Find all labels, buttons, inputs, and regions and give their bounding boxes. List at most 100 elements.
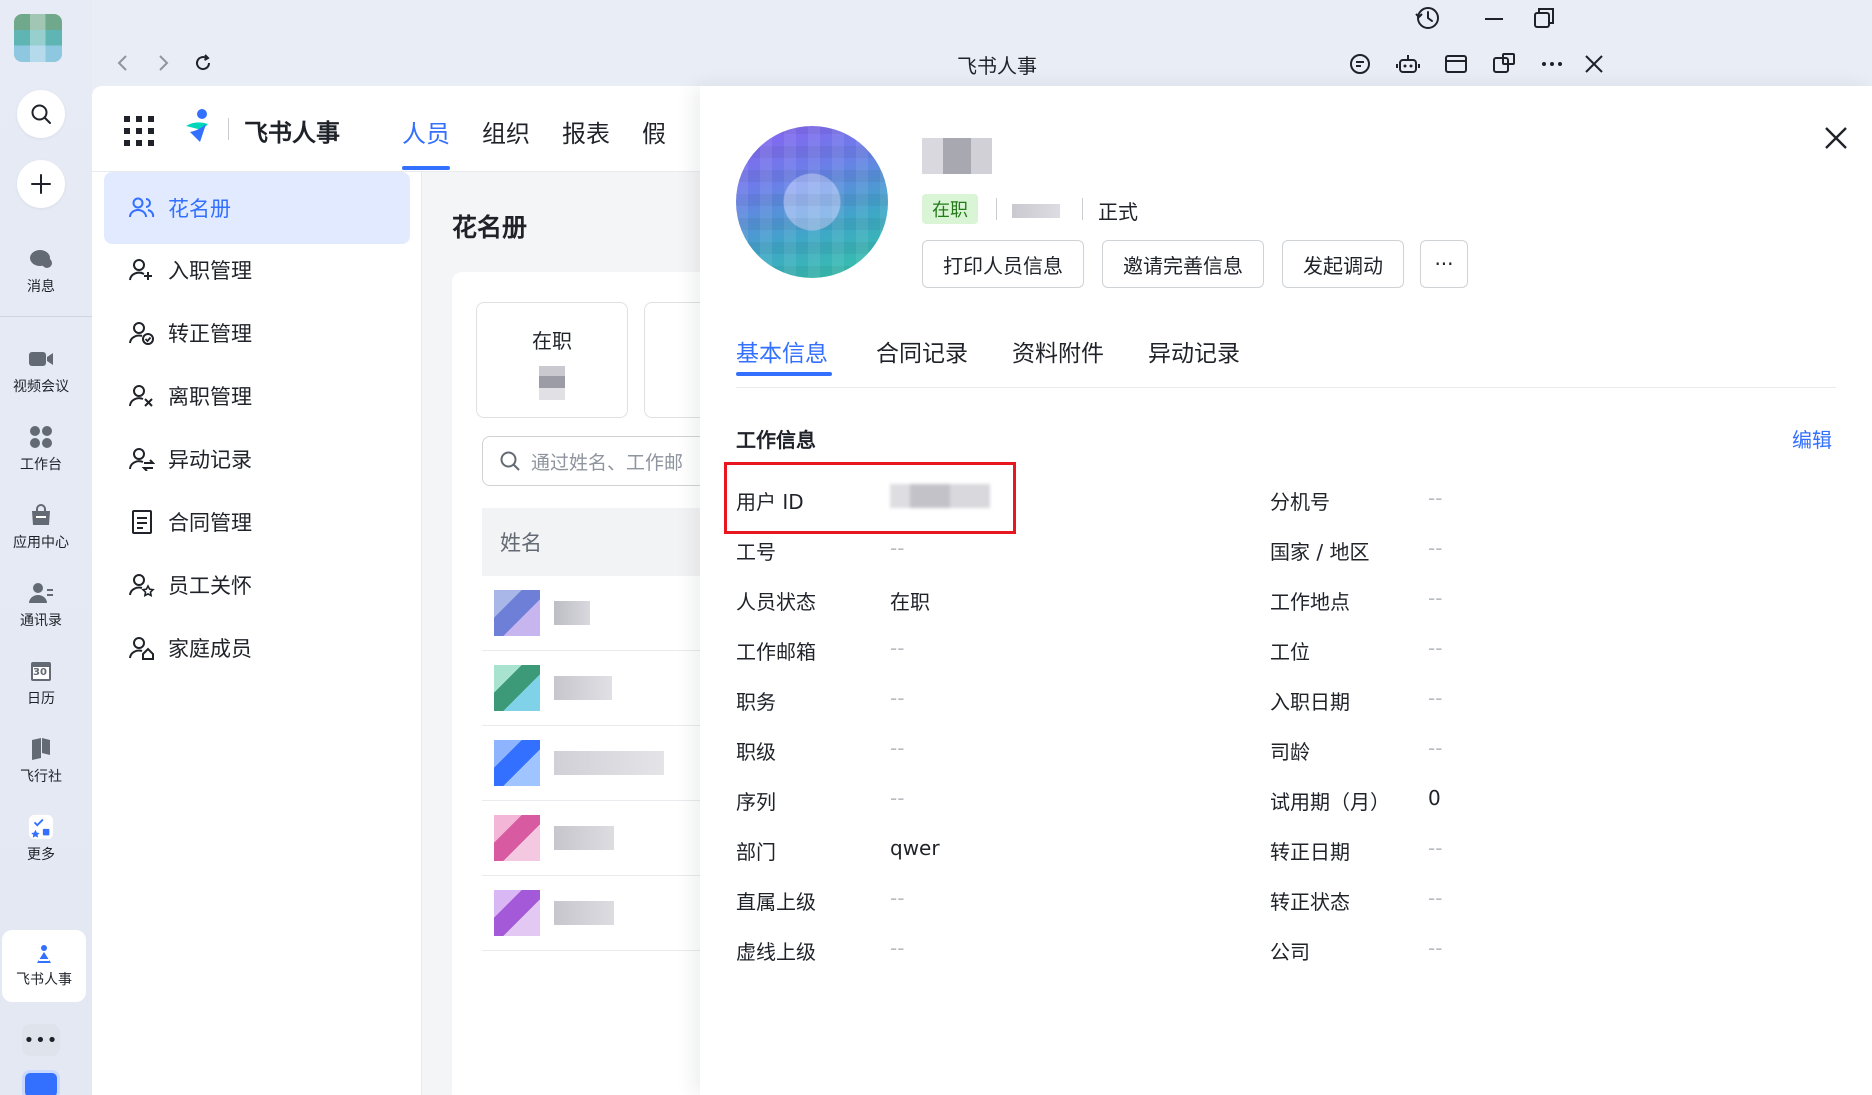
field-label-employee-no: 工号 <box>736 540 776 564</box>
field-label-regularization-status: 转正状态 <box>1270 890 1350 914</box>
rail-item-video-meeting[interactable]: 视频会议 <box>0 346 82 396</box>
rail-item-feishu-hr[interactable]: 飞书人事 <box>2 930 86 1002</box>
sidebar-item-onboarding[interactable]: 入职管理 <box>104 234 410 306</box>
topnav-organization[interactable]: 组织 <box>482 114 530 149</box>
rail-item-feixingshe[interactable]: 飞行社 <box>0 736 82 786</box>
sidebar-item-offboarding[interactable]: 离职管理 <box>104 360 410 432</box>
search-icon <box>31 104 51 124</box>
history-button[interactable] <box>1410 4 1446 32</box>
employee-detail-drawer: 在职 正式 打印人员信息 邀请完善信息 发起调动 ··· 基本信息 合同记录 资… <box>700 86 1872 1095</box>
stat-card-count-redacted <box>539 366 565 400</box>
people-icon <box>128 194 156 222</box>
field-value-regularization-date: -- <box>1428 836 1443 860</box>
minimize-button[interactable] <box>1476 4 1512 32</box>
field-label-company: 公司 <box>1270 940 1310 964</box>
sidebar-item-employee-care[interactable]: 员工关怀 <box>104 549 410 621</box>
field-label-sequence: 序列 <box>736 790 776 814</box>
avatar <box>494 590 540 636</box>
rail-item-label: 工作台 <box>20 457 62 473</box>
department-redacted <box>1012 204 1060 218</box>
comment-button[interactable] <box>1344 48 1376 80</box>
window-mode-button[interactable] <box>1440 48 1472 80</box>
app-rail: 消息 视频会议 工作台 应用中心 通讯录 30 日历 飞行社 更多 飞书人事 •… <box>0 0 92 1095</box>
more-actions-button[interactable]: ··· <box>1420 240 1468 288</box>
rail-overflow-button[interactable]: ••• <box>22 1024 60 1056</box>
field-value-direct-manager: -- <box>890 886 905 910</box>
rail-item-more[interactable]: 更多 <box>0 814 82 864</box>
feishu-hr-logo <box>186 109 208 142</box>
plus-icon <box>31 174 51 194</box>
row-name-redacted <box>554 601 590 625</box>
rail-item-workplace[interactable]: 工作台 <box>0 424 82 474</box>
user-star-icon <box>128 571 156 599</box>
print-info-button[interactable]: 打印人员信息 <box>922 240 1084 288</box>
stat-card-active[interactable]: 在职 <box>476 302 628 418</box>
sidebar-item-label: 花名册 <box>168 197 231 221</box>
new-window-button[interactable] <box>1488 48 1520 80</box>
row-name-redacted <box>554 751 664 775</box>
rail-item-contacts[interactable]: 通讯录 <box>0 580 82 630</box>
drawer-close-button[interactable] <box>1818 120 1854 156</box>
status-badge: 在职 <box>922 194 978 224</box>
window-close-button[interactable] <box>1578 48 1610 80</box>
more-options-button[interactable] <box>1536 48 1568 80</box>
rail-item-calendar[interactable]: 30 日历 <box>0 658 82 708</box>
page-title: 花名册 <box>452 213 528 242</box>
field-label-probation-months: 试用期（月） <box>1270 790 1390 814</box>
sidebar-item-contracts[interactable]: 合同管理 <box>104 486 410 558</box>
field-label-user-id: 用户 ID <box>736 490 804 514</box>
avatar <box>494 665 540 711</box>
sidebar-item-family[interactable]: 家庭成员 <box>104 612 410 684</box>
field-value-regularization-status: -- <box>1428 886 1443 910</box>
field-value-work-email: -- <box>890 636 905 660</box>
field-label-status: 人员状态 <box>736 590 816 614</box>
topnav-people[interactable]: 人员 <box>402 114 450 149</box>
field-value-workstation: -- <box>1428 636 1443 660</box>
user-add-icon <box>128 256 156 284</box>
sidebar-item-change-records[interactable]: 异动记录 <box>104 423 410 495</box>
tab-basic-info[interactable]: 基本信息 <box>736 334 832 376</box>
restore-button[interactable] <box>1526 4 1562 32</box>
document-icon <box>128 508 156 536</box>
rail-item-app-center[interactable]: 应用中心 <box>0 502 82 552</box>
tab-contract-records[interactable]: 合同记录 <box>876 334 968 368</box>
topnav-leave[interactable]: 假 <box>642 114 666 149</box>
rail-item-label: 消息 <box>27 279 55 295</box>
chat-bubble-icon <box>28 246 54 272</box>
field-label-hire-date: 入职日期 <box>1270 690 1350 714</box>
tab-change-records[interactable]: 异动记录 <box>1148 334 1240 368</box>
rail-item-messages[interactable]: 消息 <box>0 246 82 296</box>
stat-card-label: 在职 <box>532 329 572 353</box>
field-label-country: 国家 / 地区 <box>1270 540 1370 564</box>
employment-type: 正式 <box>1098 200 1138 224</box>
rail-item-label: 飞行社 <box>20 769 62 785</box>
edit-button[interactable]: 编辑 <box>1792 424 1832 453</box>
user-avatar[interactable] <box>14 14 62 62</box>
field-value-extension: -- <box>1428 486 1443 510</box>
restore-icon <box>1534 8 1554 28</box>
create-button[interactable] <box>17 160 65 208</box>
tab-attachments[interactable]: 资料附件 <box>1012 334 1104 368</box>
app-launcher-icon[interactable] <box>124 116 154 146</box>
history-icon <box>1415 7 1439 29</box>
field-value-company: -- <box>1428 936 1443 960</box>
sidebar-item-regularization[interactable]: 转正管理 <box>104 297 410 369</box>
field-value-position: -- <box>890 686 905 710</box>
window-icon <box>1445 55 1467 73</box>
rail-app-shortcut[interactable] <box>22 1070 60 1095</box>
topnav-reports[interactable]: 报表 <box>562 114 610 149</box>
field-label-position: 职务 <box>736 690 776 714</box>
user-id-value-redacted <box>890 484 990 508</box>
contacts-icon <box>28 580 54 606</box>
avatar <box>494 740 540 786</box>
field-label-direct-manager: 直属上级 <box>736 890 816 914</box>
rail-item-label: 视频会议 <box>13 379 69 395</box>
invite-complete-button[interactable]: 邀请完善信息 <box>1102 240 1264 288</box>
field-value-probation-months: 0 <box>1428 786 1441 810</box>
start-transfer-button[interactable]: 发起调动 <box>1282 240 1404 288</box>
bot-button[interactable] <box>1392 48 1424 80</box>
rail-item-label: 应用中心 <box>13 535 69 551</box>
search-button[interactable] <box>17 90 65 138</box>
ellipsis-icon: ••• <box>23 1029 59 1051</box>
calendar-icon: 30 <box>28 658 54 684</box>
